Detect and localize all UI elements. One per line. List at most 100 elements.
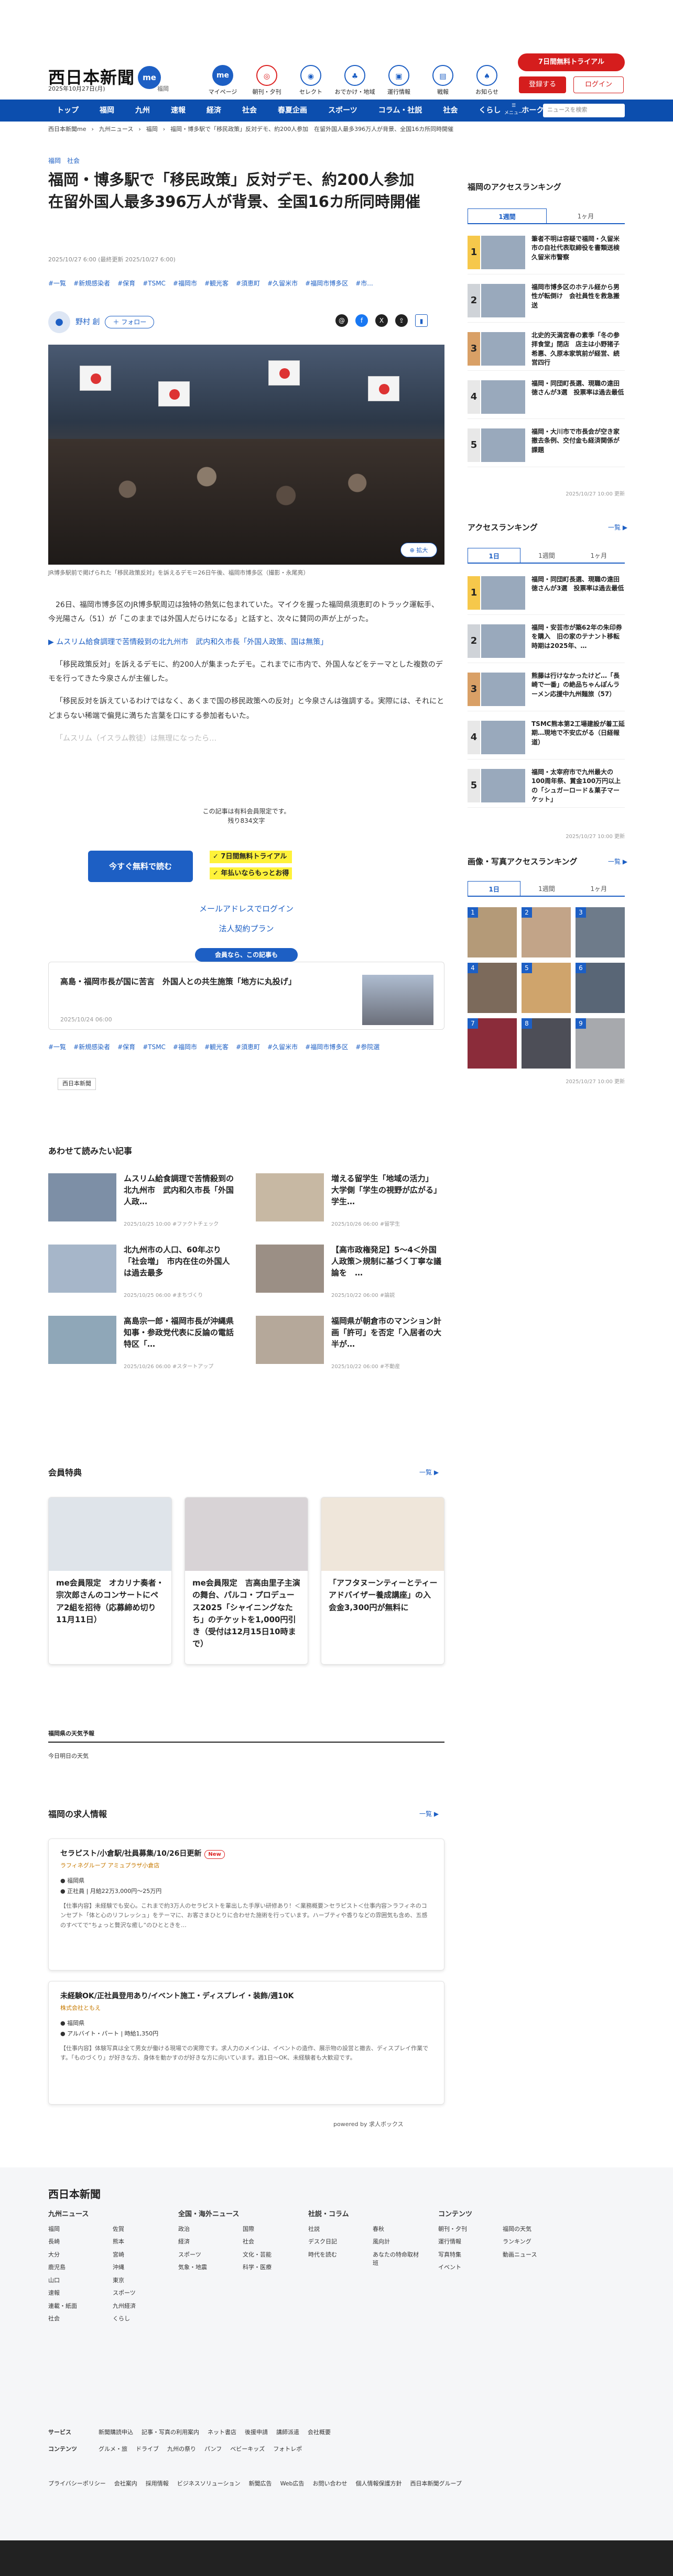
nav-item[interactable]: コラム・社説: [368, 105, 433, 116]
related-link[interactable]: ▶ ムスリム給食調理で苦情殺到の北九州市 武内和久市長「外国人政策、国は無策」: [48, 635, 444, 649]
footer-link[interactable]: 福岡: [48, 2225, 99, 2234]
tag-link[interactable]: #新規感染者: [73, 279, 110, 288]
ranking-item[interactable]: 4 福岡・同団町長選、現職の遠田徳さんが3選 投票率は過去最低: [468, 378, 625, 419]
login-button[interactable]: ログイン: [573, 76, 624, 93]
footer-link[interactable]: 西日本新聞グループ: [410, 2480, 462, 2489]
footer-link[interactable]: 採用情報: [146, 2480, 169, 2489]
nav-outing[interactable]: ♣ おでかけ・地域: [334, 65, 375, 97]
photo-ranking-thumb[interactable]: 1: [468, 907, 517, 957]
job-card[interactable]: 未経験OK/正社員登用あり/イベント施工・ディスプレイ・装飾/週10K 株式会社…: [48, 1981, 444, 2105]
footer-link[interactable]: デスク日記: [308, 2238, 359, 2247]
also-read-thumb[interactable]: [48, 1316, 116, 1364]
follow-button[interactable]: ＋ フォロー: [105, 316, 155, 328]
footer-link[interactable]: 動画ニュース: [503, 2251, 553, 2260]
footer-link[interactable]: イベント: [438, 2263, 489, 2272]
tag-link[interactable]: #福岡市: [173, 1042, 197, 1052]
nav-select[interactable]: ◉ セレクト: [290, 65, 331, 97]
nav-traffic[interactable]: ▣ 運行情報: [378, 65, 419, 97]
nav-item[interactable]: スポーツ: [318, 105, 368, 116]
footer-link[interactable]: 佐賀: [113, 2225, 164, 2234]
tab-week[interactable]: 1週間: [520, 881, 572, 896]
also-read-title[interactable]: 福岡県が朝倉市のマンション計画「許可」を否定「入居者の大半が…: [331, 1316, 443, 1350]
footer-link[interactable]: 後援申請: [245, 2428, 268, 2437]
ranking-thumb[interactable]: [481, 236, 525, 269]
footer-link[interactable]: 東京: [113, 2276, 164, 2285]
footer-link[interactable]: 九州の祭り: [167, 2445, 196, 2454]
footer-link[interactable]: 文化・芸能: [243, 2251, 294, 2260]
footer-link[interactable]: 宮崎: [113, 2251, 164, 2260]
nav-item[interactable]: 福岡: [89, 105, 125, 116]
related-title[interactable]: 高島・福岡市長が国に苦言 外国人との共生施策「地方に丸投げ」: [60, 976, 354, 988]
nav-item[interactable]: 社会: [432, 105, 468, 116]
footer-link[interactable]: 社会: [243, 2238, 294, 2247]
tag-link[interactable]: #福岡市博多区: [305, 1042, 348, 1052]
read-free-button[interactable]: 今すぐ無料で読む: [88, 851, 193, 882]
tag-link[interactable]: #一覧: [48, 279, 66, 288]
photo-ranking-thumb[interactable]: 5: [522, 963, 571, 1013]
ranking-title[interactable]: 福岡・大川市で市長会が空き家撤去条例、交付金も経済関係が課題: [531, 427, 625, 455]
ranking-thumb[interactable]: [481, 380, 525, 414]
tag-link[interactable]: #観光客: [204, 279, 229, 288]
footer-link[interactable]: 速報: [48, 2289, 99, 2298]
ranking-thumb[interactable]: [481, 673, 525, 706]
corporate-plan-link[interactable]: 法人契約プラン: [48, 923, 444, 935]
ranking-title[interactable]: TSMC熊本第2工場建設が着工延期…現地で不安広がる（日経報道）: [531, 720, 625, 747]
tag-link[interactable]: #一覧: [48, 1042, 66, 1052]
footer-link[interactable]: 時代を読む: [308, 2251, 359, 2268]
photo-ranking-thumb[interactable]: 3: [576, 907, 625, 957]
facebook-icon[interactable]: f: [355, 314, 368, 327]
photo-ranking-thumb[interactable]: 9: [576, 1018, 625, 1069]
tag-link[interactable]: #観光客: [204, 1042, 229, 1052]
footer-link[interactable]: 経済: [178, 2238, 229, 2247]
footer-link[interactable]: 国際: [243, 2225, 294, 2234]
ranking-thumb[interactable]: [481, 576, 525, 610]
breadcrumb-item[interactable]: 九州ニュース: [99, 125, 133, 134]
tag-link[interactable]: #新規感染者: [73, 1042, 110, 1052]
footer-link[interactable]: 山口: [48, 2276, 99, 2285]
menu-button[interactable]: ☰ メニュー: [503, 103, 524, 117]
footer-link[interactable]: 大分: [48, 2251, 99, 2260]
footer-link[interactable]: 講師派遣: [276, 2428, 299, 2437]
breadcrumb-item[interactable]: 福岡: [146, 125, 158, 134]
search-input[interactable]: ニュースを検索: [543, 104, 625, 117]
tag-link[interactable]: #福岡市博多区: [305, 279, 348, 288]
footer-link[interactable]: 記事・写真の利用案内: [142, 2428, 199, 2437]
also-read-title[interactable]: ムスリム給食調理で苦情殺到の北九州市 武内和久市長「外国人政…: [124, 1173, 236, 1207]
benefit-image[interactable]: [185, 1498, 308, 1571]
footer-logo[interactable]: 西日本新聞: [48, 2186, 101, 2202]
footer-link[interactable]: フォトレポ: [273, 2445, 302, 2454]
footer-link[interactable]: 政治: [178, 2225, 229, 2234]
trial-button[interactable]: 7日間無料トライアル: [518, 53, 625, 71]
also-read-title[interactable]: 増える留学生「地域の活力」 大学側「学生の視野が広がる」 学生…: [331, 1173, 446, 1207]
footer-link[interactable]: 朝刊・夕刊: [438, 2225, 489, 2234]
also-read-thumb[interactable]: [48, 1245, 116, 1293]
tab-week[interactable]: 1週間: [468, 208, 547, 223]
footer-link[interactable]: あなたの特命取材班: [373, 2251, 424, 2268]
footer-link[interactable]: 個人情報保護方針: [356, 2480, 402, 2489]
ranking-item[interactable]: 5 福岡・太宰府市で九州最大の100周年祭、賞金100万円以上の「シュガーロード＆…: [468, 767, 625, 808]
footer-column-heading[interactable]: 全国・海外ニュース: [178, 2209, 294, 2220]
nav-item[interactable]: 経済: [196, 105, 232, 116]
job-title[interactable]: セラピスト/小倉駅/社員募集/10/26日更新 New: [60, 1848, 432, 1859]
nav-item[interactable]: トップ: [46, 105, 89, 116]
footer-link[interactable]: くらし: [113, 2315, 164, 2324]
footer-link[interactable]: ネット書店: [208, 2428, 236, 2437]
tag-link[interactable]: #保育: [117, 1042, 135, 1052]
nav-news[interactable]: ▤ 戦報: [422, 65, 463, 97]
nav-notice[interactable]: ♠ お知らせ: [466, 65, 507, 97]
benefit-title[interactable]: 「アフタヌーンティーとティーアドバイザー養成講座」の入会金3,300円が無料に: [329, 1577, 438, 1614]
avatar[interactable]: ●: [48, 311, 70, 333]
footer-link[interactable]: 気象・地震: [178, 2263, 229, 2272]
footer-link[interactable]: 社会: [48, 2315, 99, 2324]
jobs-more-link[interactable]: 一覧 ▶: [419, 1809, 439, 1819]
ranking-title[interactable]: 福岡・安芸市が築62年の朱印券を購入 旧の家のテナント移転時期は2025年、…: [531, 623, 625, 651]
member-related-box[interactable]: 高島・福岡市長が国に苦言 外国人との共生施策「地方に丸投げ」 2025/10/2…: [48, 962, 444, 1030]
nav-mypage[interactable]: me マイページ: [202, 65, 243, 97]
tab-month[interactable]: 1ヶ月: [573, 548, 625, 563]
nav-item[interactable]: 九州: [125, 105, 160, 116]
tag-link[interactable]: #TSMC: [143, 1042, 166, 1052]
also-read-card[interactable]: 増える留学生「地域の活力」 大学側「学生の視野が広がる」 学生… 2025/10/…: [256, 1173, 446, 1230]
nav-newspaper[interactable]: ◎ 朝刊・夕刊: [246, 65, 287, 97]
footer-link[interactable]: ベビーキッズ: [230, 2445, 265, 2454]
ranking-title[interactable]: 熊藤は行けなかったけど…「長崎で一番」の絶品ちゃんぽんラーメン応援中九州麺旅（5…: [531, 671, 625, 699]
